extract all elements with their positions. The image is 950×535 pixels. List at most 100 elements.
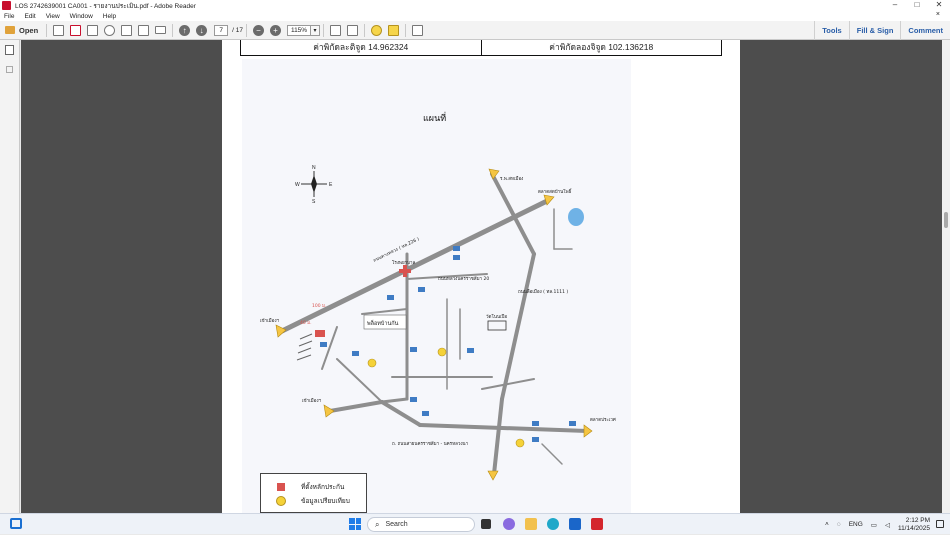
vertical-scrollbar[interactable] <box>942 40 950 513</box>
language-indicator[interactable]: ENG <box>849 521 863 528</box>
comparison-marker <box>437 347 447 357</box>
zoom-out-button[interactable]: − <box>251 23 266 38</box>
close-button[interactable]: ✕ <box>928 0 950 11</box>
taskbar-search[interactable]: ⌕ Search <box>367 517 475 532</box>
menu-edit[interactable]: Edit <box>24 13 35 20</box>
adobe-reader-icon <box>2 1 11 10</box>
comment-tab[interactable]: Comment <box>900 21 950 40</box>
svg-text:100 ม.: 100 ม. <box>312 303 326 309</box>
speech-bubble-icon <box>371 24 383 36</box>
menu-bar: File Edit View Window Help × <box>0 11 950 21</box>
toolbar-divider <box>46 23 48 37</box>
zoom-dropdown[interactable]: ▾ <box>311 24 321 36</box>
arrow-up-icon: ↑ <box>179 24 191 36</box>
edit-pdf-button[interactable] <box>85 23 100 38</box>
scrollbar-thumb[interactable] <box>944 212 948 228</box>
widgets-icon[interactable] <box>10 518 22 529</box>
network-icon[interactable]: ◌ <box>837 521 841 528</box>
fit-width-button[interactable] <box>345 23 360 38</box>
expand-button[interactable] <box>410 23 425 38</box>
close-document-button[interactable]: × <box>936 11 940 18</box>
highlighter-icon <box>388 24 400 36</box>
edit-pdf-icon <box>87 24 99 36</box>
svg-text:W: W <box>295 182 300 188</box>
previous-page-button[interactable]: ↑ <box>177 23 192 38</box>
maximize-button[interactable]: □ <box>906 0 928 11</box>
menu-window[interactable]: Window <box>70 13 93 20</box>
menu-file[interactable]: File <box>4 13 14 20</box>
legend-label: ที่ตั้งหลักประกัน <box>301 483 345 491</box>
toolbar-divider <box>323 23 325 37</box>
highlight-button[interactable] <box>386 23 401 38</box>
navigation-panel <box>0 40 20 513</box>
search-placeholder: Search <box>385 521 408 528</box>
tools-tab[interactable]: Tools <box>814 21 848 40</box>
next-page-button[interactable]: ↓ <box>194 23 209 38</box>
comparison-marker <box>367 358 377 368</box>
open-button[interactable]: Open <box>1 23 42 38</box>
zoom-level-input[interactable]: 115% <box>287 24 312 36</box>
svg-text:ถ. ถนนสายนครราชสีมา - นครหลวงน: ถ. ถนนสายนครราชสีมา - นครหลวงนา <box>392 441 469 447</box>
save-button[interactable] <box>119 23 134 38</box>
cloud-upload-icon <box>104 24 116 36</box>
copilot-icon[interactable] <box>503 518 515 530</box>
svg-text:ตลาดประเวศ: ตลาดประเวศ <box>590 417 616 423</box>
clock[interactable]: 2:12 PM 11/14/2025 <box>898 517 930 533</box>
email-button[interactable] <box>153 23 168 38</box>
minimize-button[interactable]: – <box>884 0 906 11</box>
svg-text:ถนนลือเมือง ( ทล.1111 ): ถนนลือเมือง ( ทล.1111 ) <box>518 288 568 295</box>
attachments-icon[interactable] <box>6 66 13 73</box>
create-pdf-icon <box>53 24 65 36</box>
start-button[interactable] <box>349 518 361 530</box>
save-icon <box>121 24 133 36</box>
open-button-label: Open <box>19 25 39 35</box>
search-icon: ⌕ <box>375 519 380 529</box>
document-viewer[interactable]: ค่าพิกัดละติจูด 14.962324 ค่าพิกัดลองจิจ… <box>21 40 942 513</box>
create-pdf-button[interactable] <box>51 23 66 38</box>
edge-icon[interactable] <box>547 518 559 530</box>
adobe-reader-icon[interactable] <box>591 518 603 530</box>
chevron-up-icon[interactable]: ˄ <box>825 521 829 528</box>
yellow-circle-icon <box>276 496 286 506</box>
expand-icon <box>412 24 424 36</box>
notification-icon[interactable] <box>936 520 944 528</box>
export-pdf-icon <box>70 24 82 36</box>
svg-text:เข้าเมืองฯ: เข้าเมืองฯ <box>260 317 280 324</box>
page-number-input[interactable]: 7 <box>214 24 229 36</box>
svg-text:โรงพยาบาล: โรงพยาบาล <box>392 259 416 266</box>
window-controls: – □ ✕ <box>884 0 950 11</box>
map-drawing: แผนที่ N S E W ถนนทางหลวง (ทล.226) ถนน… <box>242 59 631 513</box>
red-square-icon <box>277 483 285 491</box>
pdf-page: ค่าพิกัดละติจูด 14.962324 ค่าพิกัดลองจิจ… <box>222 40 740 513</box>
svg-text:วัดโนนเปือ: วัดโนนเปือ <box>486 313 507 320</box>
export-pdf-button[interactable] <box>68 23 83 38</box>
fill-sign-tab[interactable]: Fill & Sign <box>848 21 901 40</box>
menu-help[interactable]: Help <box>103 13 116 20</box>
lake-shape <box>568 208 584 226</box>
minus-icon: − <box>253 24 265 36</box>
legend-label: ข้อมูลเปรียบเทียบ <box>301 497 350 505</box>
cloud-upload-button[interactable] <box>102 23 117 38</box>
comparison-marker <box>515 438 525 448</box>
file-explorer-icon[interactable] <box>525 518 537 530</box>
fit-page-button[interactable] <box>328 23 343 38</box>
right-tool-tabs: Tools Fill & Sign Comment <box>814 21 950 40</box>
menu-view[interactable]: View <box>46 13 60 20</box>
task-view-icon[interactable] <box>481 519 491 529</box>
coordinate-table: ค่าพิกัดละติจูด 14.962324 ค่าพิกัดลองจิจ… <box>240 40 722 56</box>
display-icon[interactable]: ▭ <box>871 521 877 529</box>
clock-date: 11/14/2025 <box>897 524 930 532</box>
svg-text:N: N <box>312 165 316 171</box>
page-thumbnails-icon[interactable] <box>5 45 14 55</box>
print-button[interactable] <box>136 23 151 38</box>
legend-item: ที่ตั้งหลักประกัน <box>277 482 344 492</box>
zoom-in-button[interactable]: + <box>268 23 283 38</box>
svg-text:เข้าเมืองฯ: เข้าเมืองฯ <box>302 397 322 404</box>
outlook-icon[interactable] <box>569 518 581 530</box>
volume-icon[interactable]: ◁ <box>885 521 890 529</box>
comment-button[interactable] <box>369 23 384 38</box>
legend-item: ข้อมูลเปรียบเทียบ <box>276 496 350 506</box>
print-icon <box>138 24 150 36</box>
fit-page-icon <box>330 24 342 36</box>
longitude-cell: ค่าพิกัดลองจิจูด 102.136218 <box>480 40 722 55</box>
